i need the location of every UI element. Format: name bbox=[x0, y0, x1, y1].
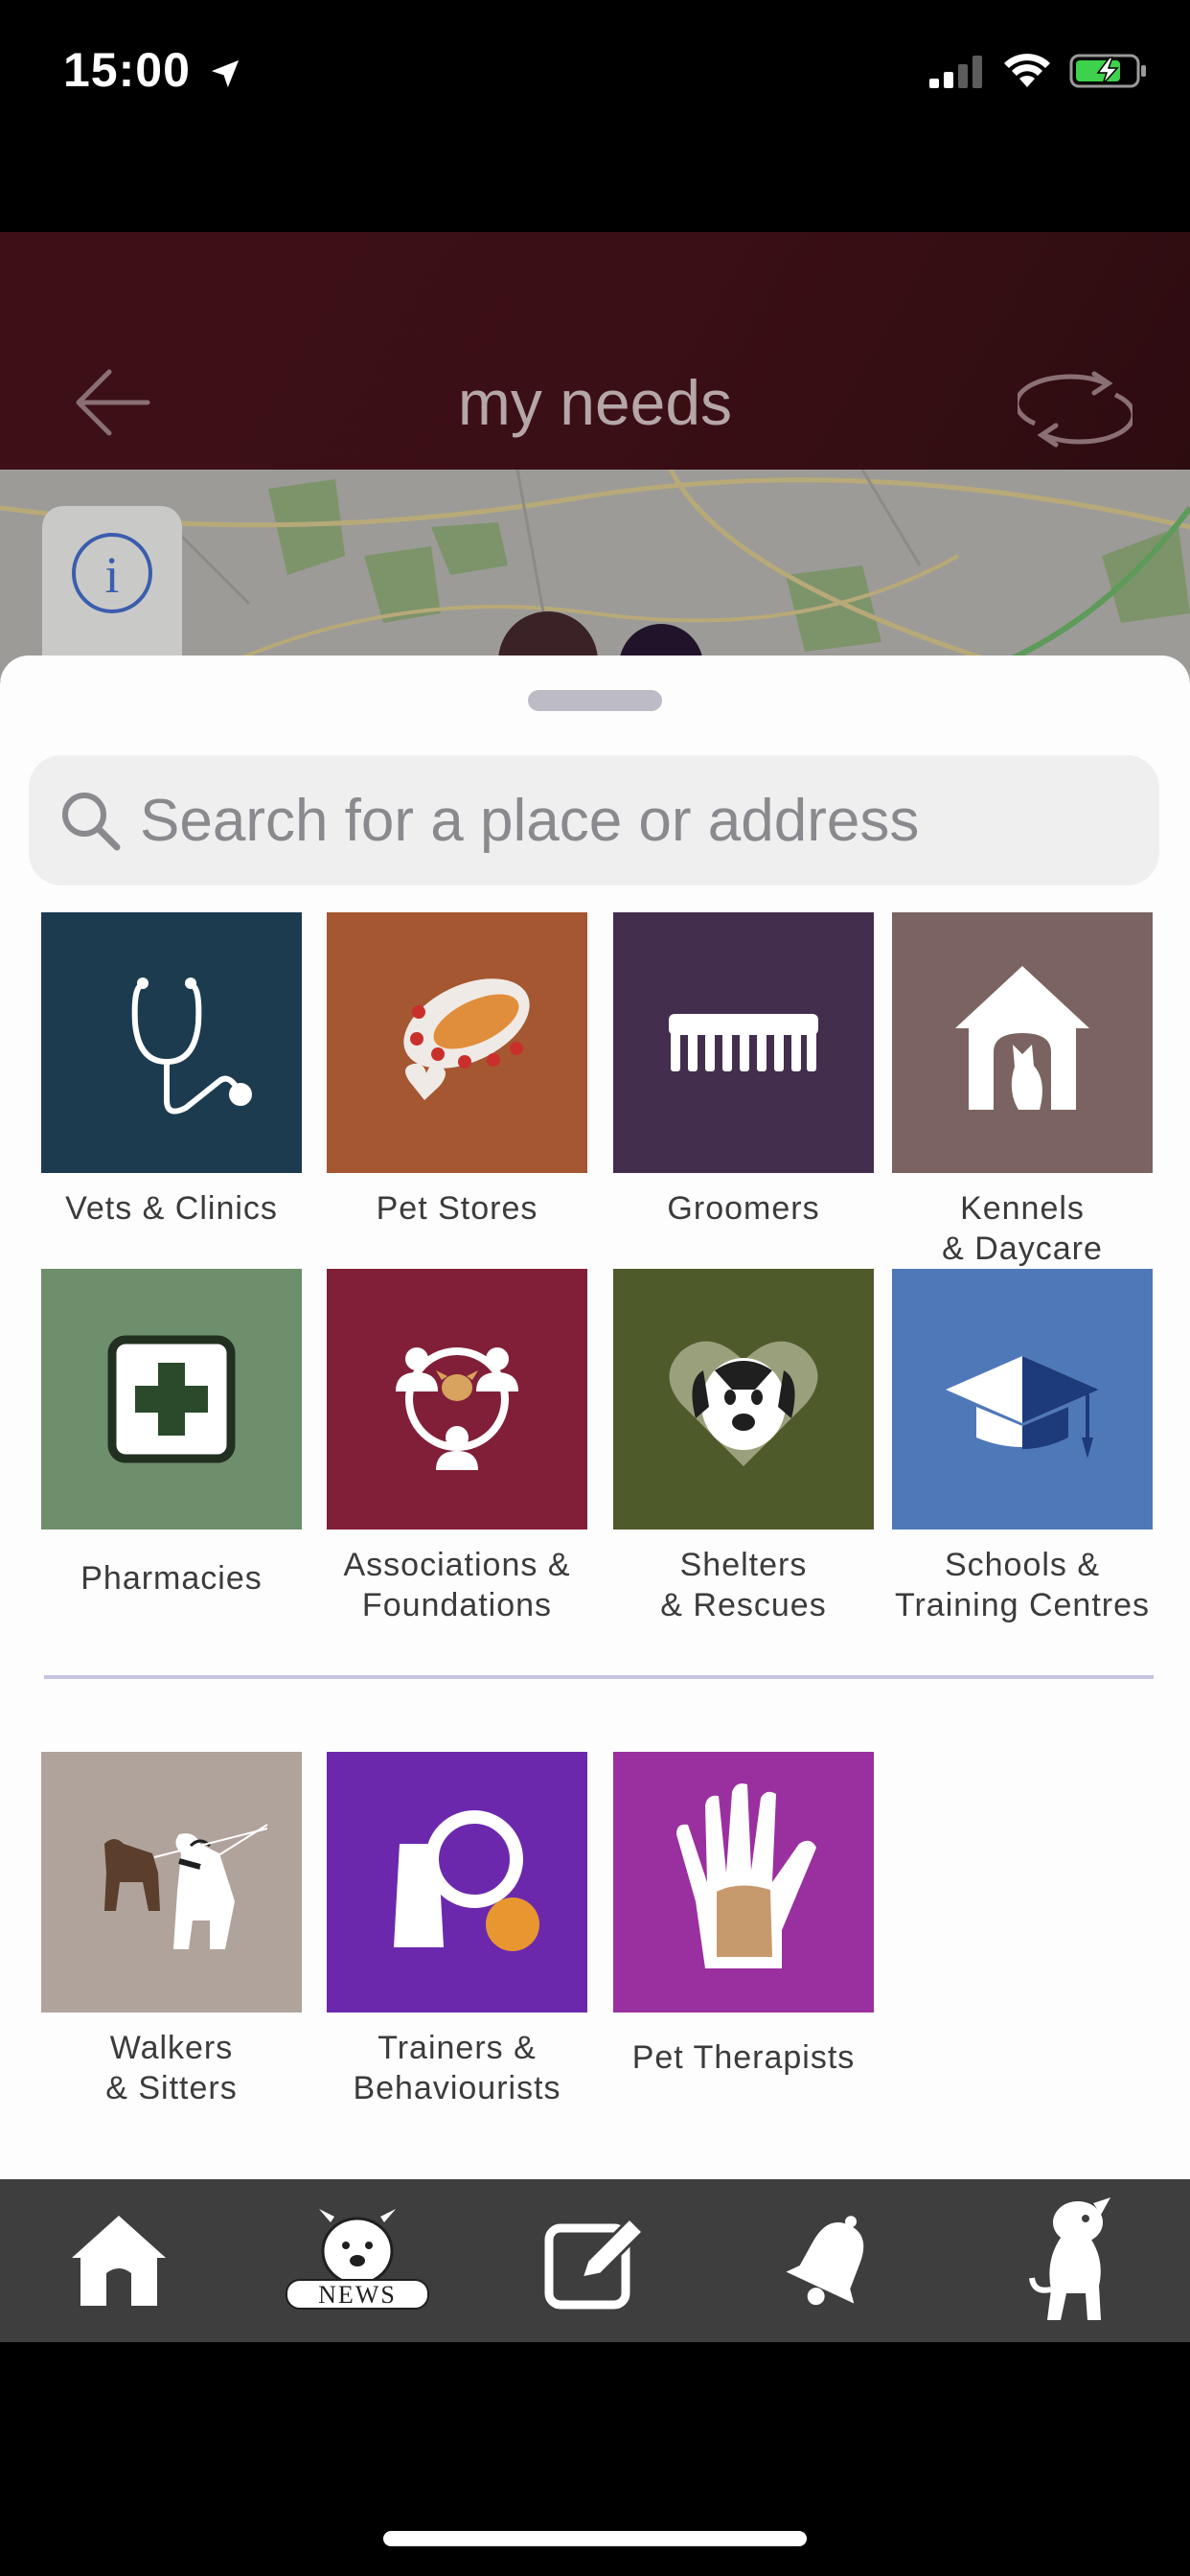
service-pet-therapists[interactable]: Pet Therapists bbox=[613, 1752, 874, 2078]
signal-icon bbox=[929, 56, 982, 88]
info-icon: i bbox=[72, 533, 152, 613]
section-divider bbox=[44, 1675, 1154, 1679]
news-text: NEWS bbox=[318, 2281, 397, 2309]
category-label: Kennels & Daycare bbox=[942, 1190, 1103, 1267]
page-title: my needs bbox=[457, 367, 733, 438]
status-bar: 15:00 bbox=[0, 0, 1190, 144]
dog-walker-icon bbox=[41, 1752, 302, 2012]
dog-heart-icon bbox=[613, 1269, 874, 1530]
category-label: Shelters & Rescues bbox=[660, 1547, 827, 1623]
tab-profile[interactable] bbox=[995, 2184, 1148, 2337]
bell-icon bbox=[786, 2216, 864, 2306]
sheet-grabber[interactable] bbox=[528, 690, 662, 711]
home-icon bbox=[72, 2216, 167, 2306]
location-arrow-icon bbox=[211, 59, 239, 87]
search-input[interactable] bbox=[140, 772, 1136, 868]
category-label: Schools & Training Centres bbox=[894, 1547, 1151, 1623]
time-text: 15:00 bbox=[63, 43, 191, 97]
category-associations-foundations[interactable]: Associations & Foundations bbox=[327, 1269, 587, 1625]
category-vets-clinics[interactable]: Vets & Clinics bbox=[41, 912, 302, 1229]
wifi-icon bbox=[1004, 54, 1050, 87]
service-label: Pet Therapists bbox=[631, 2039, 856, 2076]
status-icons bbox=[927, 52, 1148, 90]
edit-icon bbox=[544, 2216, 646, 2310]
tab-news[interactable]: NEWS bbox=[281, 2184, 434, 2337]
stethoscope-icon bbox=[41, 912, 302, 1173]
service-trainers-behaviourists[interactable]: Trainers & Behaviourists bbox=[327, 1752, 587, 2108]
comb-icon bbox=[613, 912, 874, 1173]
category-pharmacies[interactable]: Pharmacies bbox=[41, 1269, 302, 1598]
tab-home[interactable] bbox=[42, 2184, 195, 2337]
service-walkers-sitters[interactable]: Walkers & Sitters bbox=[41, 1752, 302, 2108]
category-label: Groomers bbox=[667, 1190, 820, 1227]
kennel-icon bbox=[892, 912, 1153, 1173]
category-groomers[interactable]: Groomers bbox=[613, 912, 874, 1229]
tab-bar: NEWS bbox=[0, 2179, 1190, 2342]
category-label: Vets & Clinics bbox=[65, 1190, 278, 1227]
collar-icon bbox=[327, 912, 587, 1173]
category-shelters-rescues[interactable]: Shelters & Rescues bbox=[613, 1269, 874, 1625]
first-aid-icon bbox=[41, 1269, 302, 1530]
svg-text:i: i bbox=[104, 546, 119, 604]
service-label: Trainers & Behaviourists bbox=[353, 2030, 561, 2106]
tab-edit[interactable] bbox=[518, 2184, 672, 2337]
category-label: Pharmacies bbox=[80, 1560, 263, 1597]
service-label: Walkers & Sitters bbox=[105, 2030, 238, 2106]
home-indicator[interactable] bbox=[383, 2531, 807, 2546]
category-kennels-daycare[interactable]: Kennels & Daycare bbox=[892, 912, 1153, 1269]
trainer-icon bbox=[327, 1752, 587, 2012]
search-icon bbox=[62, 793, 121, 851]
category-pet-stores[interactable]: Pet Stores bbox=[327, 912, 587, 1229]
category-label: Associations & Foundations bbox=[343, 1547, 571, 1623]
category-schools-training[interactable]: Schools & Training Centres bbox=[892, 1269, 1153, 1625]
therapy-hand-icon bbox=[613, 1752, 874, 2012]
info-button[interactable]: i bbox=[42, 506, 182, 659]
category-sheet: Vets & Clinics Pet Stores bbox=[0, 656, 1190, 2179]
community-icon bbox=[327, 1269, 587, 1530]
news-icon: NEWS bbox=[285, 2209, 429, 2310]
refresh-icon bbox=[1014, 371, 1136, 448]
header-bar: my needs bbox=[0, 232, 1190, 472]
search-bar[interactable] bbox=[29, 755, 1159, 886]
dog-profile-icon bbox=[1028, 2197, 1110, 2320]
status-time: 15:00 bbox=[63, 42, 241, 98]
swap-button[interactable] bbox=[1014, 366, 1136, 452]
category-label: Pet Stores bbox=[376, 1190, 538, 1227]
tab-notifications[interactable] bbox=[756, 2184, 909, 2337]
graduation-cap-icon bbox=[892, 1269, 1153, 1530]
battery-charging-icon bbox=[1069, 54, 1146, 88]
